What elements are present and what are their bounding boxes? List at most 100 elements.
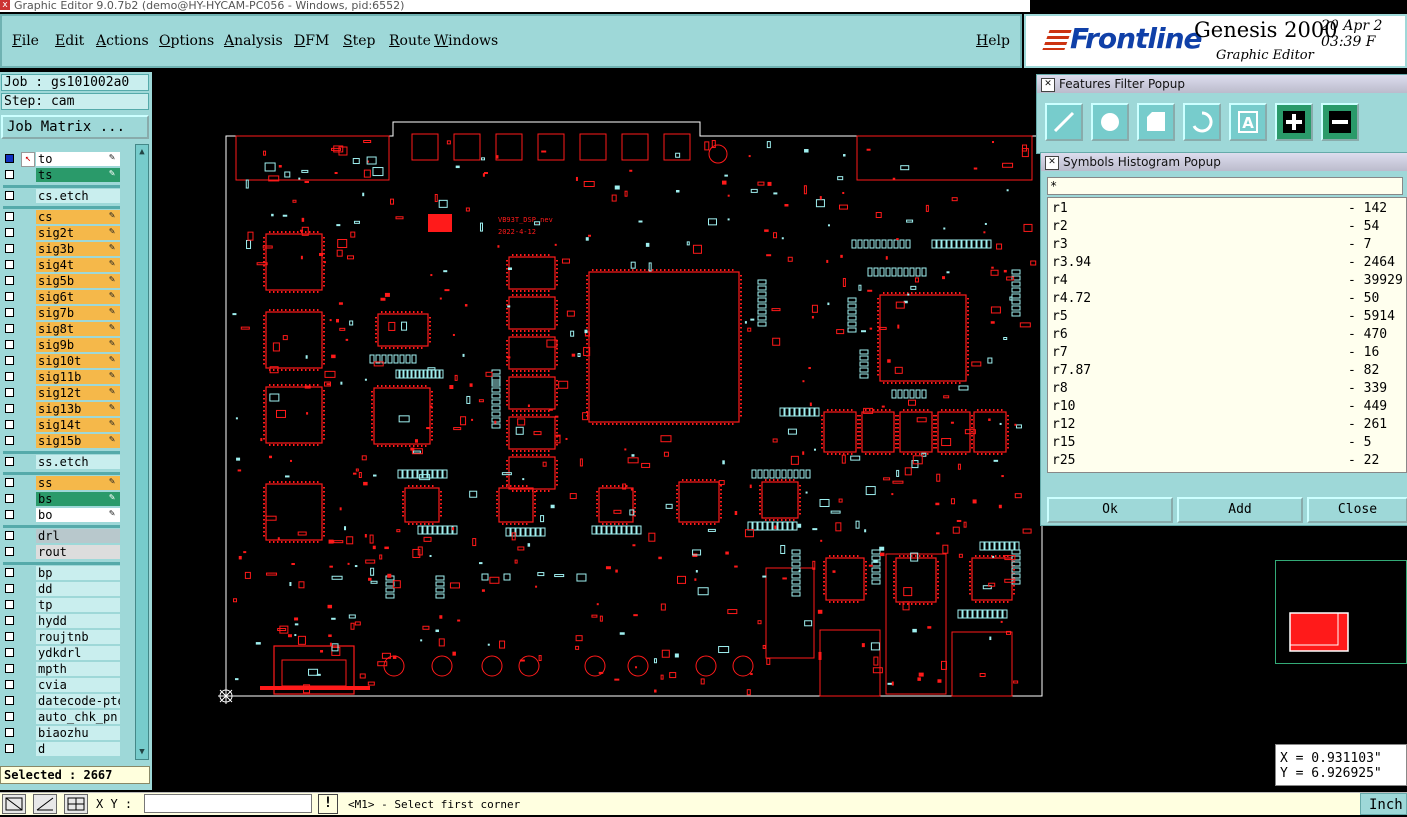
close-icon[interactable]: ✕	[1041, 78, 1055, 92]
histogram-filter-input[interactable]	[1047, 177, 1403, 195]
histogram-row[interactable]: r1 - 142	[1052, 200, 1402, 218]
layer-checkbox[interactable]	[5, 680, 14, 689]
text-icon[interactable]: A	[1229, 103, 1267, 141]
affected-pen-icon[interactable]: ✎	[109, 492, 118, 503]
layer-checkbox[interactable]	[5, 494, 14, 503]
histogram-row[interactable]: r10 - 449	[1052, 398, 1402, 416]
histogram-row[interactable]: r4 - 39929	[1052, 272, 1403, 290]
layer-checkbox[interactable]	[5, 547, 14, 556]
layer-checkbox[interactable]	[5, 436, 14, 445]
histogram-row[interactable]: r6 - 470	[1052, 326, 1402, 344]
layer-row-sig8t[interactable]: sig8t ✎	[3, 322, 120, 337]
layer-checkbox[interactable]	[5, 584, 14, 593]
layer-checkbox[interactable]	[5, 260, 14, 269]
layer-checkbox[interactable]	[5, 170, 14, 179]
layer-row-sig12t[interactable]: sig12t ✎	[3, 386, 120, 401]
layer-row-ss[interactable]: ss ✎	[3, 476, 120, 491]
layer-row-tp[interactable]: tp	[3, 598, 120, 613]
xy-input[interactable]	[144, 794, 312, 813]
layer-checkbox[interactable]	[5, 420, 14, 429]
layer-checkbox[interactable]	[5, 212, 14, 221]
layer-checkbox[interactable]	[5, 664, 14, 673]
layer-checkbox[interactable]	[5, 340, 14, 349]
layer-checkbox[interactable]	[5, 154, 14, 163]
histogram-row[interactable]: r12 - 261	[1052, 416, 1402, 434]
layer-checkbox[interactable]	[5, 276, 14, 285]
layer-checkbox[interactable]	[5, 388, 14, 397]
scroll-down-icon[interactable]: ▼	[137, 747, 147, 757]
affected-pen-icon[interactable]: ✎	[109, 258, 118, 269]
layer-row-mpth[interactable]: mpth	[3, 662, 120, 677]
layer-checkbox[interactable]	[5, 510, 14, 519]
scroll-up-icon[interactable]: ▲	[137, 147, 147, 157]
surface-icon[interactable]	[1137, 103, 1175, 141]
affected-pen-icon[interactable]: ✎	[109, 242, 118, 253]
layer-row-ss-etch[interactable]: ss.etch	[3, 455, 120, 470]
layer-row-bo[interactable]: bo ✎	[3, 508, 120, 523]
affected-pen-icon[interactable]: ✎	[109, 322, 118, 333]
layer-checkbox[interactable]	[5, 600, 14, 609]
histogram-row[interactable]: r7 - 16	[1052, 344, 1402, 362]
layer-row-sig4t[interactable]: sig4t ✎	[3, 258, 120, 273]
layer-checkbox[interactable]	[5, 308, 14, 317]
alert-icon[interactable]: !	[318, 794, 338, 814]
histogram-list[interactable]: r1- 142 r2- 54 r3- 7 r3.94- 2464 r4- 39929 r4…	[1047, 197, 1407, 473]
affected-pen-icon[interactable]: ✎	[109, 274, 118, 285]
zoom-box-icon[interactable]	[2, 794, 26, 814]
menu-options[interactable]: Options	[159, 33, 214, 49]
histogram-row[interactable]: r4.72 - 50	[1052, 290, 1402, 308]
layer-row-rout[interactable]: rout	[3, 545, 120, 560]
histogram-row[interactable]: r3.94 - 2464	[1052, 254, 1402, 272]
layer-row-cs-etch[interactable]: cs.etch	[3, 189, 120, 204]
layer-checkbox[interactable]	[5, 228, 14, 237]
layer-checkbox[interactable]	[5, 372, 14, 381]
layer-checkbox[interactable]	[5, 404, 14, 413]
histogram-row[interactable]: r25 - 22	[1052, 452, 1402, 470]
layer-checkbox[interactable]	[5, 292, 14, 301]
grid-icon[interactable]	[64, 794, 88, 814]
affected-pen-icon[interactable]: ✎	[109, 226, 118, 237]
layer-row-auto-chk-pn-[interactable]: auto_chk_pn.	[3, 710, 120, 725]
layer-row-bp[interactable]: bp	[3, 566, 120, 581]
work-layer-arrow-icon[interactable]: ↖	[21, 152, 35, 167]
menu-step[interactable]: Step	[343, 33, 375, 49]
layer-row-cvia[interactable]: cvia	[3, 678, 120, 693]
layer-checkbox[interactable]	[5, 356, 14, 365]
close-button[interactable]: Close	[1307, 497, 1407, 523]
affected-pen-icon[interactable]: ✎	[109, 152, 118, 163]
affected-pen-icon[interactable]: ✎	[109, 338, 118, 349]
layer-row-dd[interactable]: dd	[3, 582, 120, 597]
layer-checkbox[interactable]	[5, 191, 14, 200]
layer-checkbox[interactable]	[5, 648, 14, 657]
negative-icon[interactable]	[1321, 103, 1359, 141]
affected-pen-icon[interactable]: ✎	[109, 434, 118, 445]
layer-checkbox[interactable]	[5, 744, 14, 753]
positive-icon[interactable]	[1275, 103, 1313, 141]
layer-row-ydkdrl[interactable]: ydkdrl	[3, 646, 120, 661]
affected-pen-icon[interactable]: ✎	[109, 210, 118, 221]
layer-row-hydd[interactable]: hydd	[3, 614, 120, 629]
line-icon[interactable]	[1045, 103, 1083, 141]
layer-checkbox[interactable]	[5, 696, 14, 705]
layer-checkbox[interactable]	[5, 568, 14, 577]
layer-checkbox[interactable]	[5, 616, 14, 625]
ok-button[interactable]: Ok	[1047, 497, 1173, 523]
job-matrix-button[interactable]: Job Matrix ...	[1, 115, 149, 139]
histogram-row[interactable]: r3 - 7	[1052, 236, 1402, 254]
layer-checkbox[interactable]	[5, 324, 14, 333]
menu-windows[interactable]: Windows	[434, 33, 498, 49]
layer-checkbox[interactable]	[5, 632, 14, 641]
affected-pen-icon[interactable]: ✎	[109, 354, 118, 365]
layer-checkbox[interactable]	[5, 712, 14, 721]
layer-row-sig11b[interactable]: sig11b ✎	[3, 370, 120, 385]
layer-row-ts[interactable]: ts ✎	[3, 168, 120, 183]
histogram-row[interactable]: r5 - 5914	[1052, 308, 1402, 326]
histogram-row[interactable]: r7.87 - 82	[1052, 362, 1402, 380]
layer-row-sig2t[interactable]: sig2t ✎	[3, 226, 120, 241]
layer-row-datecode-pte[interactable]: datecode-pte	[3, 694, 120, 709]
pad-icon[interactable]	[1091, 103, 1129, 141]
layer-row-sig7b[interactable]: sig7b ✎	[3, 306, 120, 321]
layer-checkbox[interactable]	[5, 457, 14, 466]
histogram-row[interactable]: r8 - 339	[1052, 380, 1402, 398]
affected-pen-icon[interactable]: ✎	[109, 370, 118, 381]
